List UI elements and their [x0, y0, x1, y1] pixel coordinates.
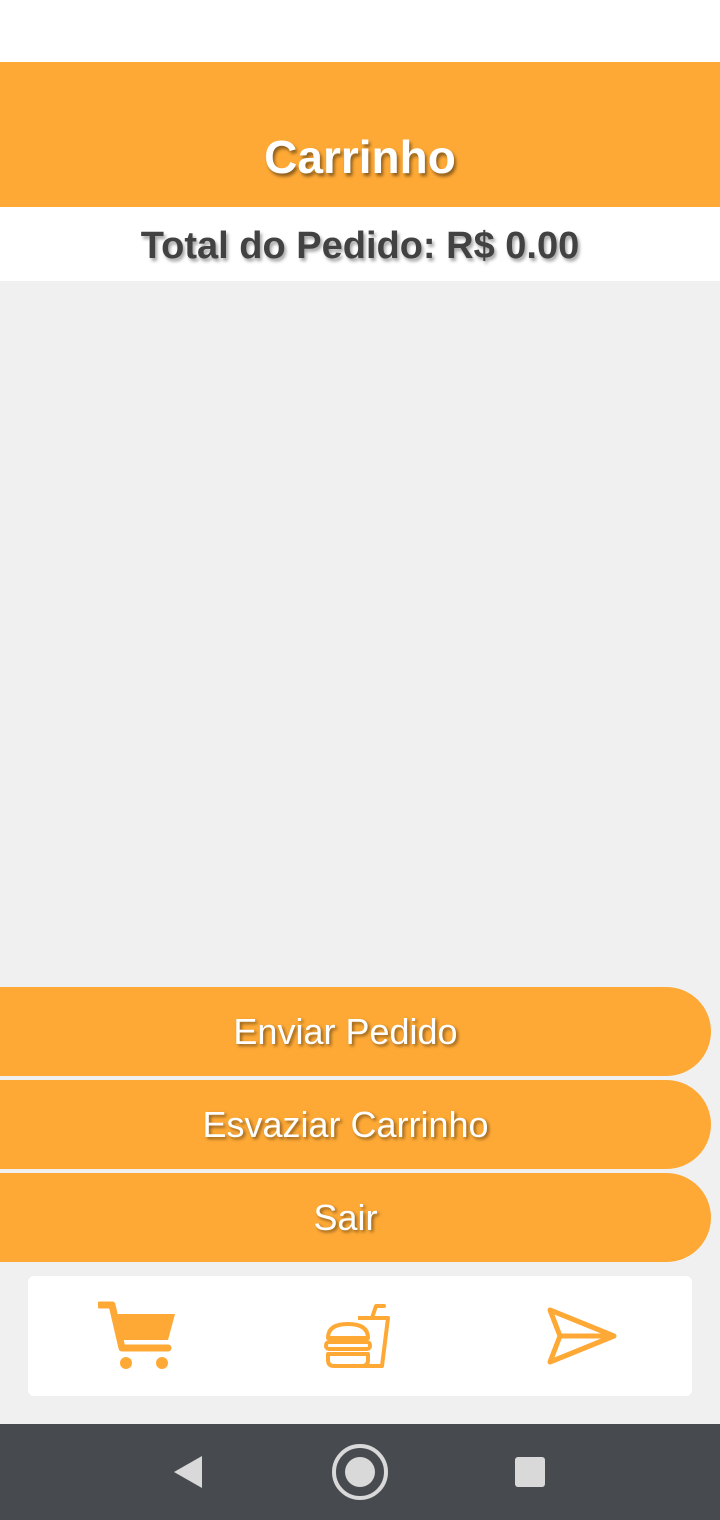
page-title: Carrinho: [264, 131, 456, 183]
exit-button[interactable]: Sair: [0, 1173, 711, 1262]
home-icon[interactable]: [331, 1443, 389, 1501]
cart-icon[interactable]: [96, 1300, 178, 1372]
send-order-button[interactable]: Enviar Pedido: [0, 987, 711, 1076]
burger-drink-icon[interactable]: [324, 1302, 394, 1372]
app-header: Carrinho: [0, 62, 720, 207]
bottom-navigation: [28, 1276, 692, 1396]
system-navigation-bar: [0, 1424, 720, 1520]
empty-cart-button[interactable]: Esvaziar Carrinho: [0, 1080, 711, 1169]
recent-apps-icon[interactable]: [514, 1456, 546, 1488]
order-total-bar: Total do Pedido: R$ 0.00: [0, 207, 720, 281]
order-total: Total do Pedido: R$ 0.00: [140, 225, 580, 267]
cart-items-list: [0, 281, 720, 986]
back-icon[interactable]: [170, 1454, 206, 1490]
send-icon[interactable]: [546, 1306, 618, 1366]
status-bar: [0, 0, 720, 62]
